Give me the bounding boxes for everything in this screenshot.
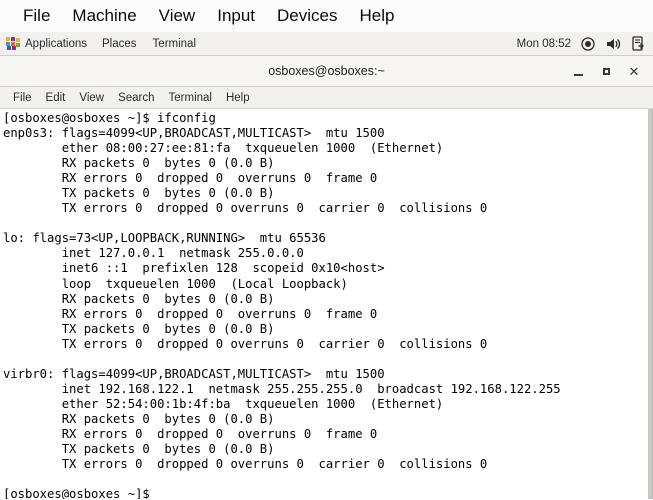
panel-clock[interactable]: Mon 08:52 bbox=[517, 38, 571, 50]
window-controls: ✕ bbox=[565, 56, 647, 87]
vbox-menu-help[interactable]: Help bbox=[349, 0, 406, 32]
term-menu-view[interactable]: View bbox=[72, 87, 111, 109]
terminal-scrollbar[interactable] bbox=[648, 109, 652, 499]
minimize-button[interactable] bbox=[565, 59, 591, 85]
term-menu-file[interactable]: File bbox=[6, 87, 39, 109]
term-menu-search[interactable]: Search bbox=[111, 87, 161, 109]
terminal-titlebar[interactable]: osboxes@osboxes:~ ✕ bbox=[0, 56, 653, 87]
vbox-menu-view[interactable]: View bbox=[148, 0, 207, 32]
system-update-icon[interactable] bbox=[630, 36, 646, 52]
volume-speaker-icon[interactable] bbox=[605, 36, 621, 52]
terminal-window-title: osboxes@osboxes:~ bbox=[268, 64, 385, 78]
minimize-icon bbox=[573, 74, 583, 76]
vbox-menu-machine[interactable]: Machine bbox=[61, 0, 147, 32]
terminal-window: osboxes@osboxes:~ ✕ File Edit View Searc… bbox=[0, 56, 653, 500]
vbox-menu-devices[interactable]: Devices bbox=[266, 0, 348, 32]
panel-terminal-window-item[interactable]: Terminal bbox=[145, 32, 204, 55]
terminal-output-area[interactable]: [osboxes@osboxes ~]$ ifconfig enp0s3: fl… bbox=[0, 109, 653, 499]
maximize-icon bbox=[602, 68, 610, 75]
maximize-button[interactable] bbox=[593, 59, 619, 85]
panel-left-group: Applications Places Terminal bbox=[0, 32, 204, 55]
panel-terminal-label: Terminal bbox=[152, 37, 197, 50]
terminal-output-text: [osboxes@osboxes ~]$ ifconfig enp0s3: fl… bbox=[3, 111, 561, 499]
term-menu-help[interactable]: Help bbox=[219, 87, 257, 109]
panel-places-menu[interactable]: Places bbox=[94, 32, 145, 55]
close-button[interactable]: ✕ bbox=[621, 59, 647, 85]
panel-places-label: Places bbox=[102, 37, 137, 50]
gnome-top-panel: Applications Places Terminal Mon 08:52 bbox=[0, 32, 653, 56]
term-menu-terminal[interactable]: Terminal bbox=[162, 87, 219, 109]
panel-applications-menu[interactable]: Applications bbox=[0, 32, 94, 55]
panel-status-area: Mon 08:52 bbox=[517, 32, 653, 55]
record-circle-icon[interactable] bbox=[580, 36, 596, 52]
vbox-menubar: File Machine View Input Devices Help bbox=[0, 0, 653, 32]
vbox-menu-file[interactable]: File bbox=[12, 0, 61, 32]
term-menu-edit[interactable]: Edit bbox=[39, 87, 73, 109]
terminal-menubar: File Edit View Search Terminal Help bbox=[0, 87, 653, 109]
applications-grid-icon bbox=[6, 37, 20, 50]
vbox-menu-input[interactable]: Input bbox=[206, 0, 266, 32]
panel-applications-label: Applications bbox=[25, 37, 88, 50]
